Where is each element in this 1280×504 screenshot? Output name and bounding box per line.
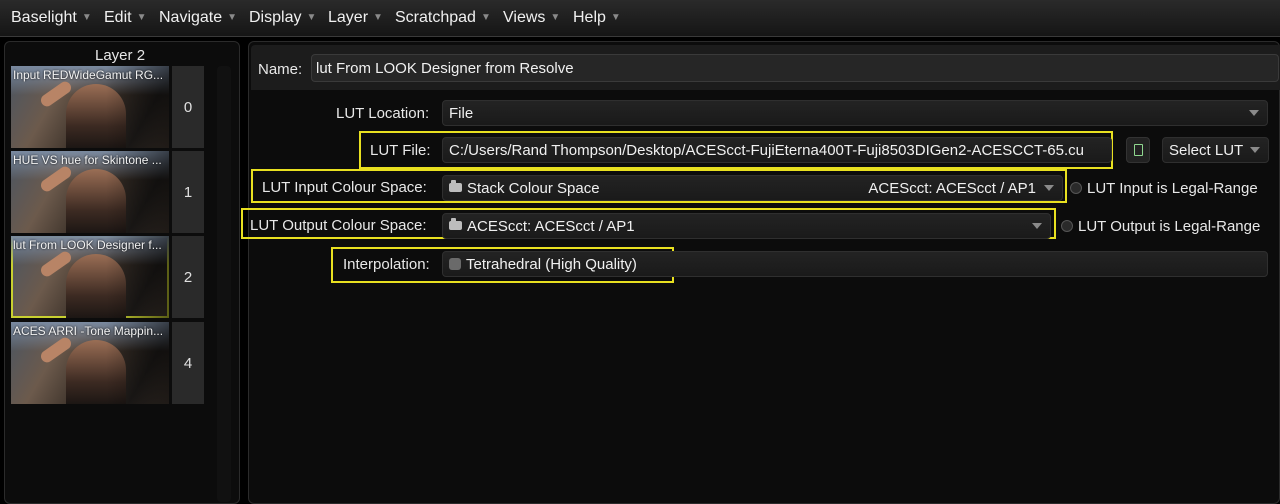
interpolation-selector[interactable]: Tetrahedral (High Quality) [442,251,1268,277]
menu-scratchpad[interactable]: Scratchpad ▼ [395,9,491,27]
layers-scrollbar[interactable] [217,66,231,502]
menu-label: Layer [328,9,369,26]
chevron-down-icon [1249,110,1259,116]
input-colour-space-value: Stack Colour Space [467,180,600,197]
layer-label: ACES ARRI -Tone Mappin... [13,324,164,338]
menu-display[interactable]: Display ▼ [249,9,316,27]
menu-navigate[interactable]: Navigate ▼ [159,9,237,27]
lut-output-legal-range-toggle[interactable]: LUT Output is Legal-Range [1061,218,1260,235]
layer-label: lut From LOOK Designer f... [13,238,162,252]
chevron-down-icon [1250,147,1260,153]
layer-row[interactable]: HUE VS hue for Skintone ... 1 [11,151,209,233]
lut-location-value: File [449,105,474,122]
camera-icon [449,218,462,230]
menu-help[interactable]: Help ▼ [573,9,621,27]
lut-input-colour-space-dropdown[interactable]: Stack Colour Space ACEScct: ACEScct / AP… [442,175,1063,201]
radio-icon [1061,220,1073,232]
menu-label: Display [249,9,302,26]
properties-panel: Name: lut From LOOK Designer from Resolv… [241,41,1280,504]
chevron-down-icon: ▼ [306,12,317,23]
menu-views[interactable]: Views ▼ [503,9,560,27]
interpolation-value: Tetrahedral (High Quality) [466,256,637,273]
chevron-down-icon: ▼ [610,12,621,23]
chevron-down-icon: ▼ [373,12,383,23]
browse-file-button[interactable] [1126,137,1150,163]
layer-thumbnail[interactable]: lut From LOOK Designer f... [11,236,169,318]
layers-panel-title: Layer 2 [95,47,146,64]
output-colour-space-value: ACEScct: ACEScct / AP1 [467,218,635,235]
select-lut-label: Select LUT [1169,142,1244,159]
layer-label: HUE VS hue for Skintone ... [13,153,162,167]
lut-file-input[interactable]: C:/Users/Rand Thompson/Desktop/ACEScct-F… [442,137,1112,163]
menu-label: Views [503,9,546,26]
name-label: Name: [258,61,303,78]
layers-panel: Layer 2 Input REDWideGamut RG... 0 HUE V… [4,41,240,504]
menu-label: Scratchpad [395,9,476,26]
layer-row-selected[interactable]: lut From LOOK Designer f... 2 [11,236,209,318]
menu-layer[interactable]: Layer ▼ [328,9,383,27]
chevron-down-icon: ▼ [81,12,92,23]
layer-row[interactable]: ACES ARRI -Tone Mappin... 4 [11,322,209,404]
chevron-down-icon: ▼ [136,12,147,23]
interpolation-label: Interpolation: [343,256,430,273]
select-lut-dropdown[interactable]: Select LUT [1162,137,1269,163]
layer-number: 1 [172,151,204,233]
chevron-down-icon [1032,223,1042,229]
chevron-down-icon: ▼ [227,12,238,23]
lut-output-legal-range-label: LUT Output is Legal-Range [1078,218,1261,235]
layer-thumbnail[interactable]: ACES ARRI -Tone Mappin... [11,322,169,404]
lut-output-colour-space-label: LUT Output Colour Space: [250,217,427,234]
lut-file-path: C:/Users/Rand Thompson/Desktop/ACEScct-F… [449,142,1084,159]
layer-label: Input REDWideGamut RG... [13,68,164,82]
menu-edit[interactable]: Edit ▼ [104,9,146,27]
layer-number: 0 [172,66,204,148]
chevron-down-icon [1044,185,1054,191]
lut-location-dropdown[interactable]: File [442,100,1268,126]
file-icon [1134,144,1143,156]
lut-input-legal-range-toggle[interactable]: LUT Input is Legal-Range [1070,180,1258,197]
layer-number: 4 [172,322,204,404]
lut-input-legal-range-label: LUT Input is Legal-Range [1087,180,1258,197]
menu-bar: Baselight ▼ Edit ▼ Navigate ▼ Display ▼ Laye… [0,0,1280,37]
radio-icon [449,258,461,270]
chevron-down-icon: ▼ [550,12,561,23]
radio-icon [1070,182,1082,194]
layer-number: 2 [172,236,204,318]
menu-label: Edit [104,9,132,26]
menu-label: Baselight [11,9,77,26]
menu-label: Help [573,9,606,26]
camera-icon [449,180,462,192]
lut-input-colour-space-label: LUT Input Colour Space: [262,179,427,196]
lut-location-label: LUT Location: [336,105,430,122]
name-input[interactable]: lut From LOOK Designer from Resolve [311,54,1279,82]
layer-thumbnail[interactable]: HUE VS hue for Skintone ... [11,151,169,233]
menu-baselight[interactable]: Baselight ▼ [11,9,92,27]
menu-label: Navigate [159,9,223,26]
layer-row[interactable]: Input REDWideGamut RG... 0 [11,66,209,148]
layer-thumbnail[interactable]: Input REDWideGamut RG... [11,66,169,148]
lut-file-label: LUT File: [370,142,431,159]
lut-output-colour-space-dropdown[interactable]: ACEScct: ACEScct / AP1 [442,213,1051,239]
name-row: Name: lut From LOOK Designer from Resolv… [251,45,1280,90]
input-colour-space-detail: ACEScct: ACEScct / AP1 [868,180,1036,197]
chevron-down-icon: ▼ [480,12,491,23]
